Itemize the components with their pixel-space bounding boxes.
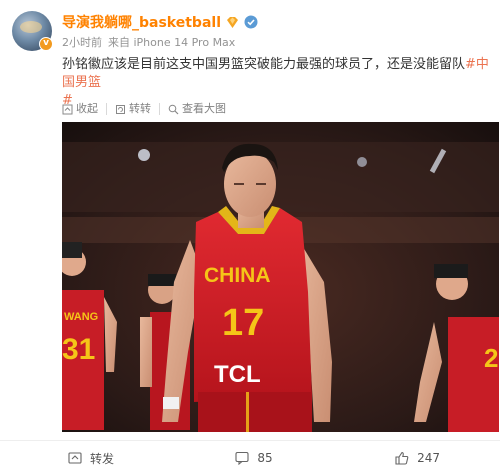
svg-text:2: 2 (484, 343, 498, 373)
comment-button[interactable]: 85 (192, 441, 316, 475)
repost-label: 转发 (90, 451, 115, 466)
jersey-number: 17 (222, 302, 264, 344)
svg-text:31: 31 (62, 333, 95, 366)
comment-count: 85 (257, 451, 273, 465)
image-toolbar: 收起 转转 查看大图 (62, 100, 234, 118)
post-header: v 导演我躺哪_basketball 2小时前 来自 iPhone 14 Pro… (0, 0, 500, 52)
like-count: 247 (417, 451, 440, 465)
view-large-label: 查看大图 (182, 102, 226, 115)
like-button[interactable]: 247 (316, 441, 500, 475)
rotate-label: 转转 (129, 102, 151, 115)
repost-icon (68, 452, 82, 464)
view-large-button[interactable]: 查看大图 (160, 103, 234, 115)
verified-icon (244, 15, 258, 29)
svg-text:WANG: WANG (64, 311, 98, 323)
post-photo-illustration: WANG 31 2 CHINA 17 TCL (62, 122, 499, 432)
magnify-icon (168, 104, 179, 114)
post-body: 孙铭徽应该是目前这支中国男篮突破能力最强的球员了，还是没能留队 (62, 57, 466, 72)
comment-icon (235, 451, 249, 465)
repost-icon (116, 104, 125, 114)
username-row: 导演我躺哪_basketball (62, 12, 258, 32)
collapse-label: 收起 (76, 102, 98, 115)
repost-button[interactable]: 转发 (0, 441, 192, 475)
thumbs-up-icon (395, 451, 409, 465)
jersey-sponsor: TCL (214, 361, 261, 388)
post-source: 来自 iPhone 14 Pro Max (108, 36, 236, 49)
vip-badge-icon: v (39, 37, 53, 51)
username[interactable]: 导演我躺哪_basketball (62, 12, 221, 32)
level-badge-icon (227, 16, 238, 28)
collapse-icon (62, 104, 73, 114)
jersey-text: CHINA (204, 264, 271, 287)
post-image[interactable]: WANG 31 2 CHINA 17 TCL (62, 122, 499, 432)
collapse-button[interactable]: 收起 (62, 103, 107, 115)
post-actions: 转发 85 247 (0, 440, 500, 475)
rotate-button[interactable]: 转转 (107, 103, 160, 115)
post-meta: 2小时前 来自 iPhone 14 Pro Max (62, 34, 235, 50)
post-time[interactable]: 2小时前 (62, 34, 102, 50)
